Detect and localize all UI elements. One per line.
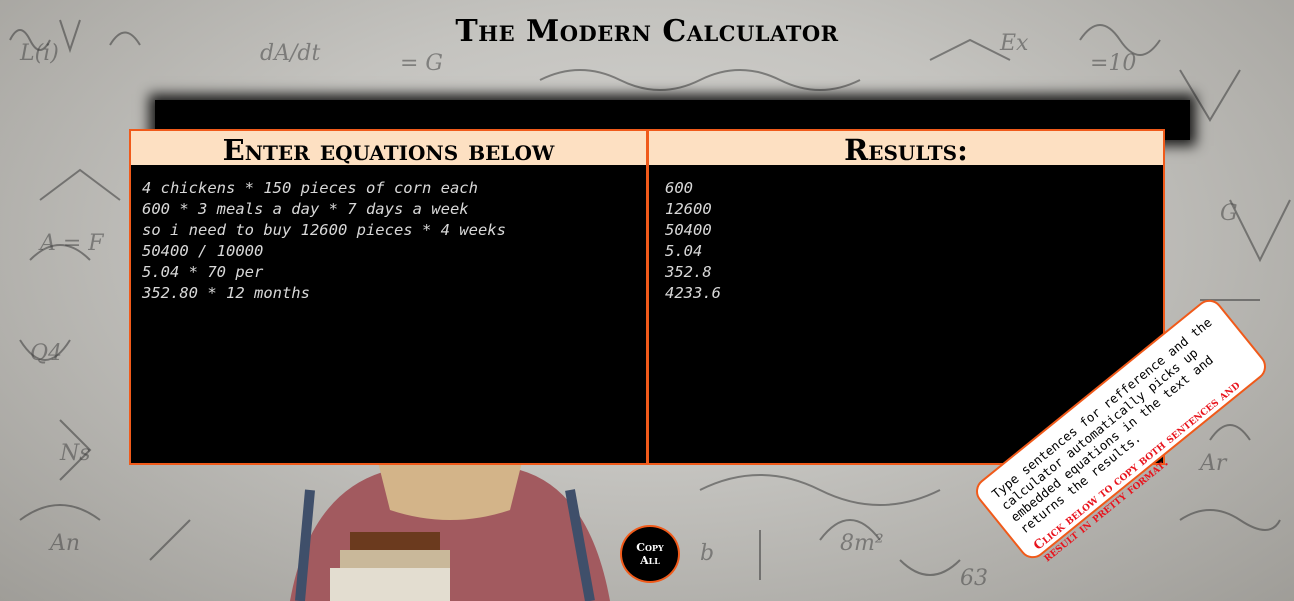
equation-line[interactable]: 600 * 3 meals a day * 7 days a week: [142, 199, 646, 220]
svg-text:8m²: 8m²: [840, 531, 884, 556]
result-line: 4233.6: [665, 284, 721, 302]
equation-line[interactable]: 4 chickens * 150 pieces of corn each: [142, 178, 646, 199]
svg-text:= G: = G: [400, 51, 443, 76]
result-line: 352.8: [665, 263, 712, 281]
svg-text:G: G: [1220, 201, 1238, 226]
equations-panel-heading: Enter equations below: [131, 131, 646, 165]
equation-line[interactable]: so i need to buy 12600 pieces * 4 weeks: [142, 220, 646, 241]
result-line: 5.04: [665, 242, 703, 260]
result-line: 50400: [665, 221, 712, 239]
equations-panel[interactable]: Enter equations below 4 chickens * 150 p…: [129, 129, 648, 465]
equation-line[interactable]: 352.80 * 12 months: [142, 283, 646, 304]
svg-text:63: 63: [960, 566, 988, 591]
results-output: 600 12600 50400 5.04 352.8 4233.6: [649, 165, 1163, 304]
equations-input[interactable]: 4 chickens * 150 pieces of corn each 600…: [131, 165, 646, 304]
copy-all-button[interactable]: Copy All: [620, 525, 680, 583]
equation-line[interactable]: 50400 / 10000: [142, 241, 646, 262]
equation-line[interactable]: 5.04 * 70 per: [142, 262, 646, 283]
svg-text:A = F: A = F: [38, 231, 104, 256]
svg-text:An: An: [48, 531, 80, 556]
svg-text:b: b: [700, 541, 714, 566]
svg-text:Ar: Ar: [1198, 451, 1228, 476]
svg-text:=10: =10: [1090, 51, 1136, 76]
page-title: The Modern Calculator: [455, 14, 839, 49]
results-panel-heading: Results:: [649, 131, 1163, 165]
svg-text:Ns: Ns: [59, 441, 91, 466]
svg-text:Q4: Q4: [30, 341, 62, 366]
result-line: 600: [665, 179, 693, 197]
result-line: 12600: [665, 200, 712, 218]
